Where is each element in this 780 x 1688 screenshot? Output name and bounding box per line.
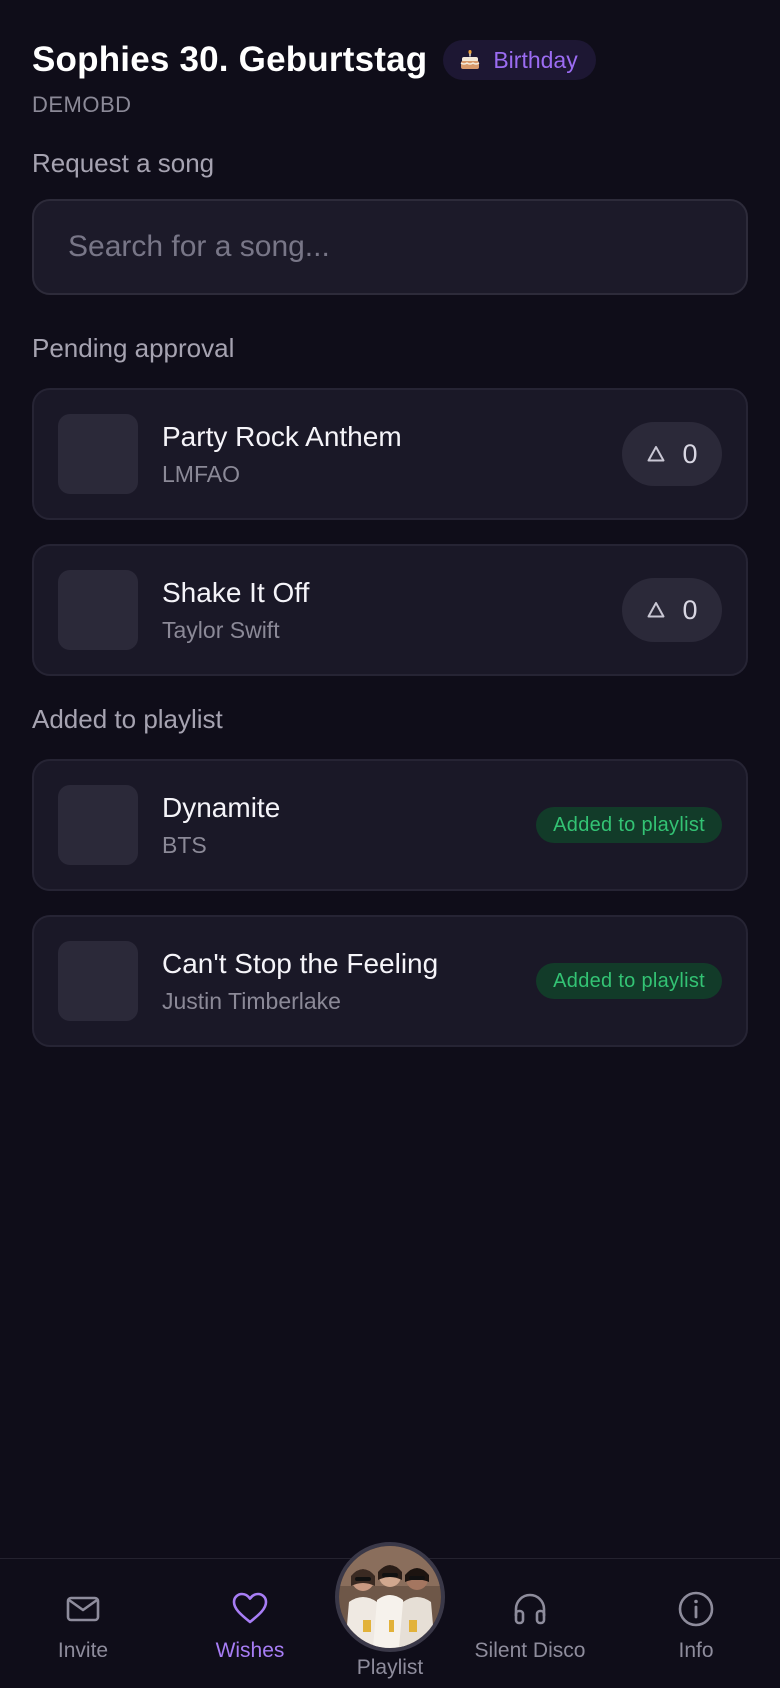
upvote-triangle-icon — [647, 446, 665, 462]
album-cover-placeholder — [58, 414, 138, 494]
pending-song-card: Party Rock Anthem LMFAO 0 — [32, 388, 748, 520]
song-artist: Justin Timberlake — [162, 987, 341, 1014]
heart-icon — [232, 1592, 268, 1624]
album-cover-art — [339, 1546, 441, 1648]
added-status-badge: Added to playlist — [536, 807, 722, 843]
nav-info[interactable]: Info — [621, 1589, 771, 1663]
song-artist: Taylor Swift — [162, 616, 280, 643]
song-info: Shake It Off Taylor Swift — [162, 577, 622, 644]
headphones-icon — [514, 1593, 546, 1625]
envelope-icon — [66, 1596, 100, 1622]
nav-playlist[interactable]: Playlist — [335, 1542, 445, 1680]
album-cover-placeholder — [58, 785, 138, 865]
upvote-button[interactable]: 0 — [622, 578, 722, 642]
nav-invite[interactable]: Invite — [8, 1589, 158, 1663]
song-info: Dynamite BTS — [162, 792, 536, 859]
birthday-cake-icon — [460, 50, 480, 69]
song-info: Can't Stop the Feeling Justin Timberlake — [162, 948, 536, 1015]
song-artist: BTS — [162, 831, 207, 858]
main-content: Sophies 30. Geburtstag Birthday DEMOBD R… — [32, 36, 748, 1047]
pending-approval-heading: Pending approval — [32, 333, 235, 363]
nav-invite-label: Invite — [57, 1639, 109, 1662]
event-code: DEMOBD — [32, 92, 132, 117]
song-search-input[interactable] — [66, 229, 714, 265]
request-song-heading: Request a song — [32, 148, 215, 178]
nav-info-label: Info — [678, 1639, 714, 1662]
nav-silent-disco-label: Silent Disco — [474, 1639, 586, 1662]
song-artist: LMFAO — [162, 460, 240, 487]
playlist-album-disc — [335, 1542, 445, 1652]
vote-count: 0 — [682, 594, 698, 625]
wishes-screen: Sophies 30. Geburtstag Birthday DEMOBD R… — [0, 0, 780, 1688]
added-song-card: Can't Stop the Feeling Justin Timberlake… — [32, 915, 748, 1047]
vote-count: 0 — [682, 438, 698, 469]
nav-wishes-label: Wishes — [215, 1639, 285, 1662]
pending-song-card: Shake It Off Taylor Swift 0 — [32, 544, 748, 676]
song-title: Can't Stop the Feeling — [162, 947, 439, 979]
album-cover-placeholder — [58, 941, 138, 1021]
upvote-button[interactable]: 0 — [622, 422, 722, 486]
added-to-playlist-heading: Added to playlist — [32, 704, 223, 734]
added-status-badge: Added to playlist — [536, 963, 722, 999]
added-song-list: Dynamite BTS Added to playlist Can't Sto… — [32, 759, 748, 1047]
nav-wishes[interactable]: Wishes — [175, 1589, 325, 1663]
album-cover-placeholder — [58, 570, 138, 650]
event-type-badge: Birthday — [443, 40, 596, 80]
nav-silent-disco[interactable]: Silent Disco — [455, 1589, 605, 1663]
nav-playlist-label: Playlist — [356, 1656, 424, 1679]
event-type-label: Birthday — [493, 46, 578, 73]
pending-song-list: Party Rock Anthem LMFAO 0 Shake It Off T… — [32, 388, 748, 676]
song-title: Dynamite — [162, 791, 281, 823]
event-header: Sophies 30. Geburtstag Birthday — [32, 36, 748, 84]
song-title: Party Rock Anthem — [162, 420, 402, 452]
added-song-card: Dynamite BTS Added to playlist — [32, 759, 748, 891]
song-title: Shake It Off — [162, 576, 310, 608]
event-title: Sophies 30. Geburtstag — [32, 40, 428, 79]
info-circle-icon — [678, 1591, 714, 1627]
song-info: Party Rock Anthem LMFAO — [162, 421, 622, 488]
song-search-box[interactable] — [32, 199, 748, 295]
upvote-triangle-icon — [647, 602, 665, 618]
